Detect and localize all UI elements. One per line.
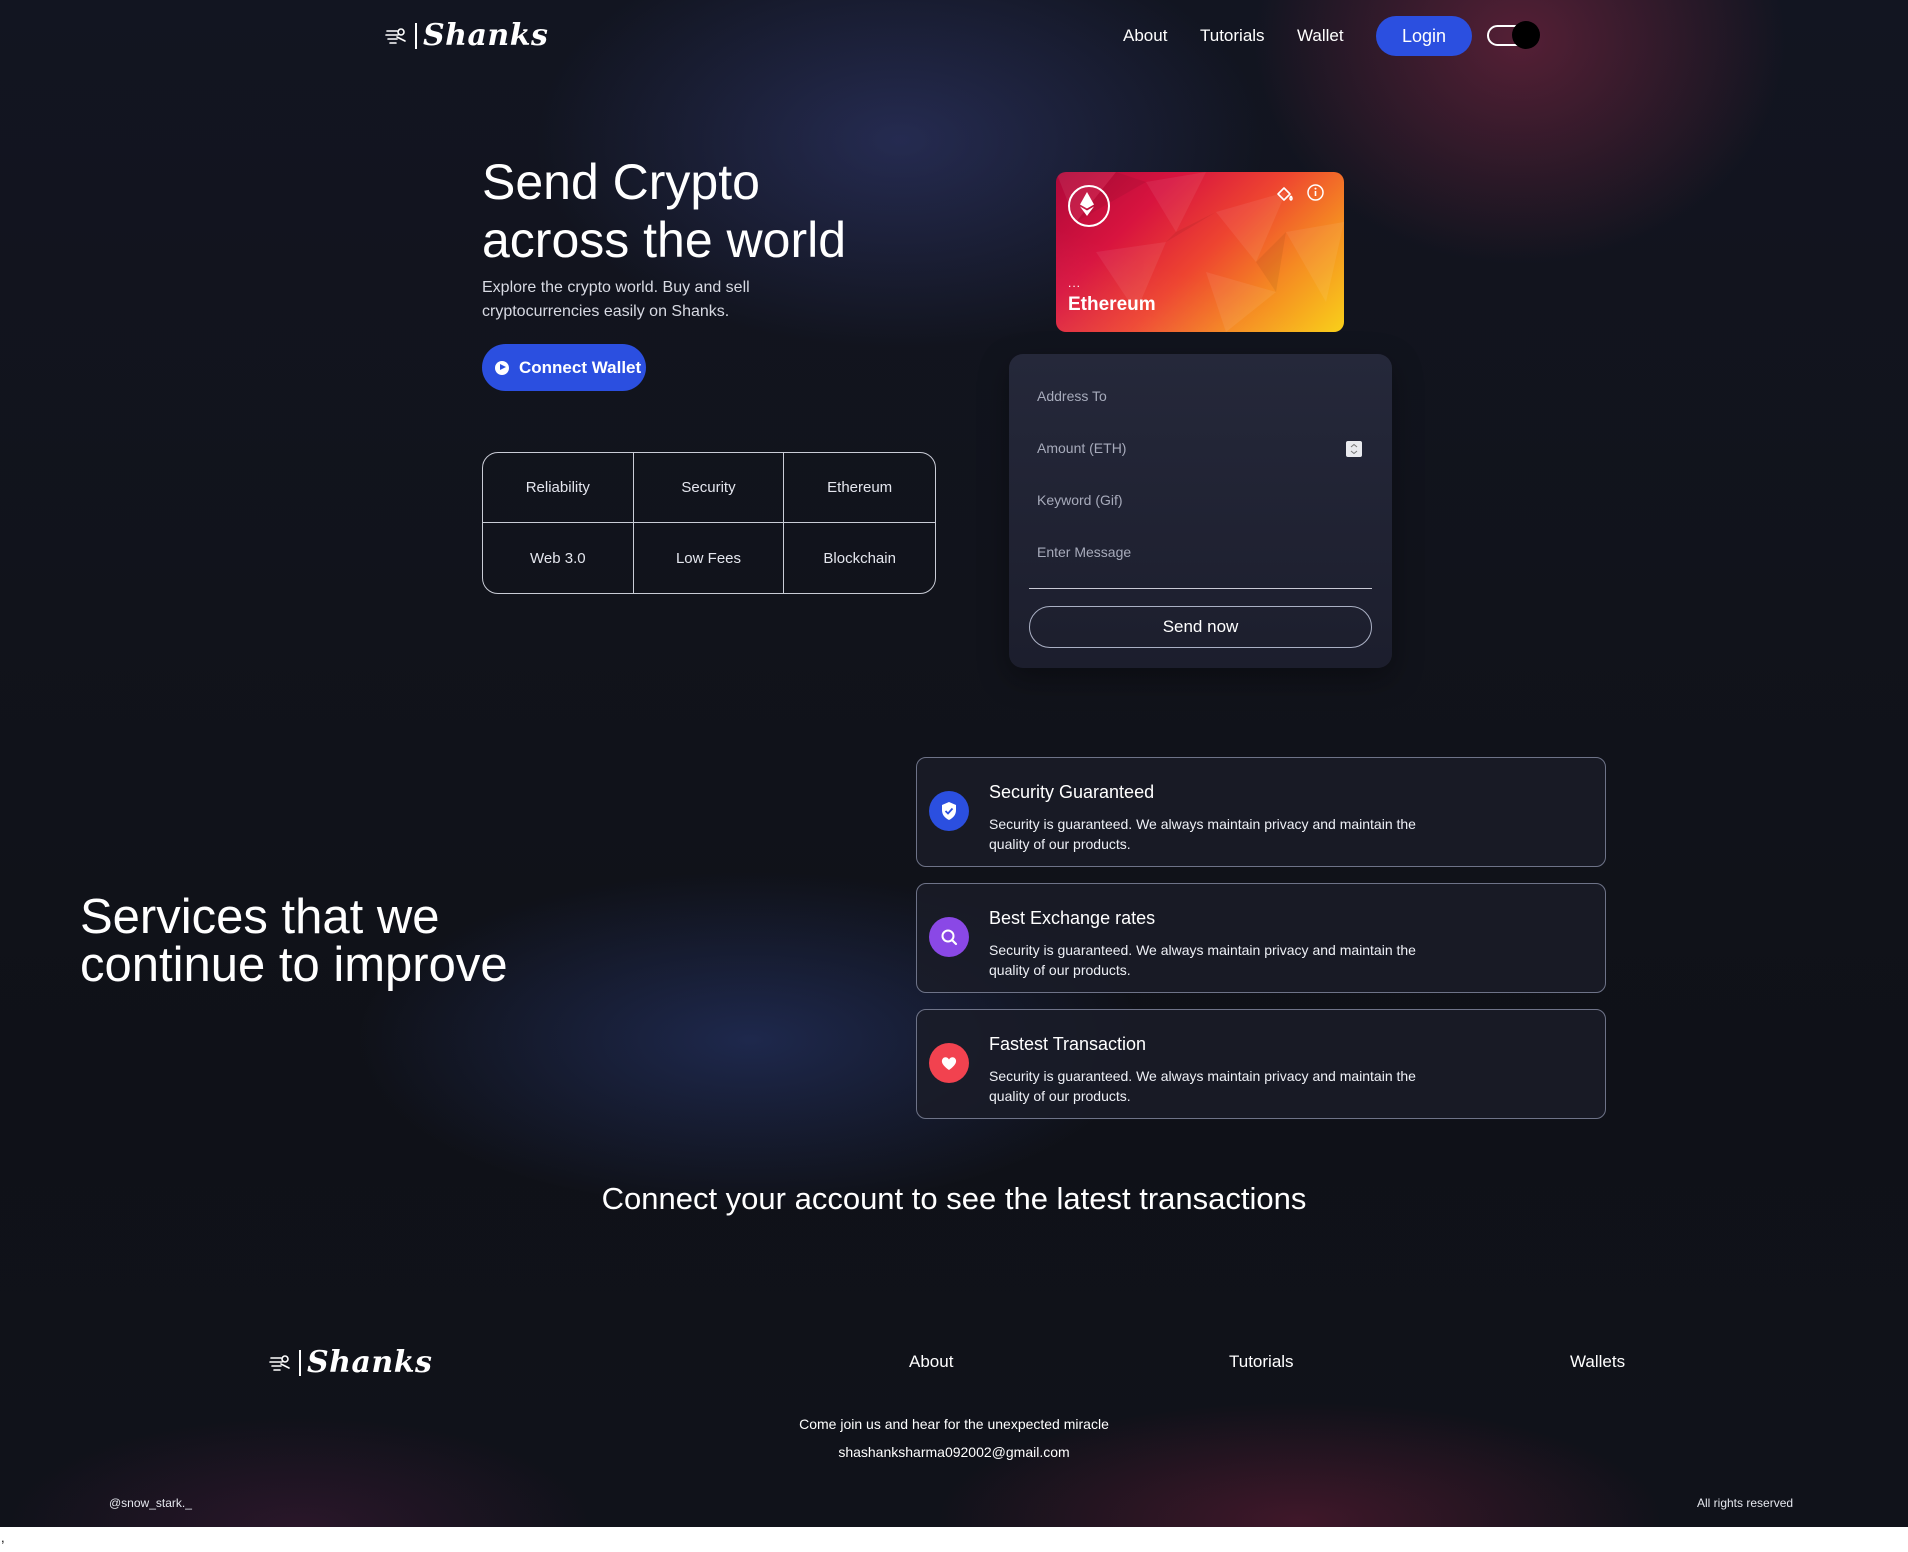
feature-blockchain: Blockchain [823,549,896,567]
service-description-line-1: Security is guaranteed. We always mainta… [989,1068,1416,1084]
footer-handle: @snow_stark._ [109,1496,192,1510]
services-title: Services that we continue to improve [80,890,700,992]
feature-ethereum: Ethereum [784,453,935,523]
service-description-line-2: quality of our products. [989,1088,1131,1104]
paint-bucket-icon[interactable] [1275,184,1295,204]
footer-about-link[interactable]: About [909,1352,953,1372]
logo-separator [415,22,417,49]
amount-stepper[interactable] [1346,441,1362,457]
theme-toggle-knob[interactable] [1512,21,1540,49]
service-description: Security is guaranteed. We always mainta… [989,814,1459,854]
keyword-input[interactable] [1035,488,1369,512]
service-description-line-2: quality of our products. [989,962,1131,978]
brand-name: Shanks [423,18,549,53]
logo-mark-icon [385,27,406,44]
hero-subtitle-line-2: cryptocurrencies easily on Shanks. [482,303,730,320]
amount-input[interactable] [1035,436,1339,460]
feature-security: Security [633,453,785,523]
nav-wallet-link[interactable]: Wallet [1297,26,1344,46]
connect-wallet-button[interactable]: Connect Wallet [482,344,646,391]
hero-title: Send Crypto across the world [482,153,962,269]
feature-web3: Web 3.0 [483,523,634,593]
footer-logo[interactable]: Shanks [267,1345,432,1380]
footer-email: shashanksharma092002@gmail.com [838,1444,1070,1460]
search-icon [929,917,969,957]
play-circle-icon [495,360,509,375]
footer-tagline: Come join us and hear for the unexpected… [799,1416,1109,1432]
hero-subtitle-line-1: Explore the crypto world. Buy and sell [482,279,750,296]
send-now-button[interactable]: Send now [1029,606,1372,648]
stray-character: , [1,1530,5,1545]
logo-mark-icon [269,1354,290,1371]
form-divider [1029,588,1372,589]
nav-about-link[interactable]: About [1123,26,1167,46]
service-description-line-2: quality of our products. [989,836,1131,852]
service-card-exchange: Best Exchange rates Security is guarante… [916,883,1606,993]
services-title-line-1: Services that we [80,890,440,944]
nav-tutorials-link[interactable]: Tutorials [1200,26,1265,46]
card-address: ... [1068,276,1082,290]
features-grid: Reliability Security Ethereum Web 3.0 Lo… [482,452,936,594]
login-button[interactable]: Login [1376,16,1472,56]
ethereum-icon [1068,185,1110,227]
footer-tutorials-link[interactable]: Tutorials [1229,1352,1294,1372]
message-input[interactable] [1035,540,1369,564]
feature-low-fees: Low Fees [634,523,785,593]
footer-brand-name: Shanks [307,1345,433,1380]
service-card-transaction: Fastest Transaction Security is guarante… [916,1009,1606,1119]
address-input[interactable] [1035,384,1369,408]
page-background: Shanks About Tutorials Wallet Login Send… [0,0,1908,1527]
service-title: Fastest Transaction [989,1034,1147,1054]
hero-title-line-2: across the world [482,212,847,268]
connect-wallet-label: Connect Wallet [519,357,642,377]
footer-rights: All rights reserved [1697,1496,1794,1510]
hero-subtitle: Explore the crypto world. Buy and sell c… [482,276,902,324]
services-title-line-2: continue to improve [80,938,508,992]
send-form: Send now [1009,354,1392,668]
shield-check-icon [929,791,969,831]
service-card-security: Security Guaranteed Security is guarante… [916,757,1606,867]
service-description-line-1: Security is guaranteed. We always mainta… [989,816,1416,832]
header-logo[interactable]: Shanks [383,18,548,53]
service-description: Security is guaranteed. We always mainta… [989,940,1459,980]
logo-separator [299,1349,301,1376]
service-description: Security is guaranteed. We always mainta… [989,1066,1459,1106]
transactions-connect-message: Connect your account to see the latest t… [601,1181,1307,1216]
footer-wallets-link[interactable]: Wallets [1570,1352,1625,1372]
service-description-line-1: Security is guaranteed. We always mainta… [989,942,1416,958]
card-coin-name: Ethereum [1068,294,1156,315]
service-title: Security Guaranteed [989,782,1155,802]
feature-reliability: Reliability [483,453,634,523]
heart-icon [929,1043,969,1083]
service-title: Best Exchange rates [989,908,1156,928]
hero-title-line-1: Send Crypto [482,154,760,210]
info-icon[interactable] [1306,183,1325,202]
stepper-arrows-icon [1350,443,1358,455]
ethereum-card: ... Ethereum [1056,172,1344,332]
